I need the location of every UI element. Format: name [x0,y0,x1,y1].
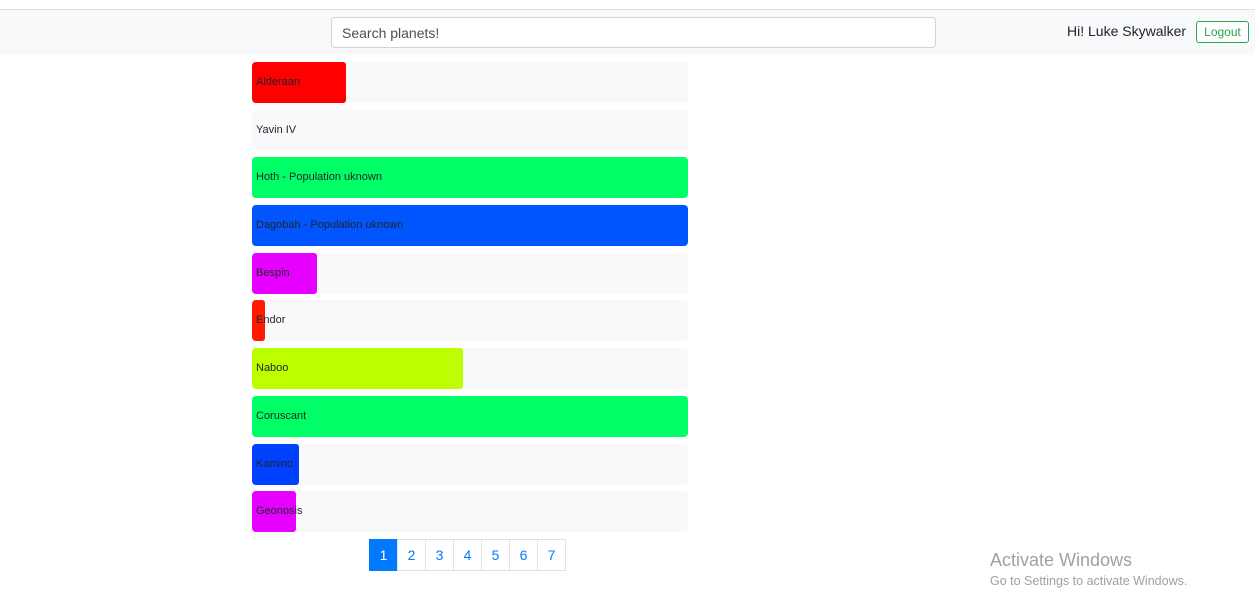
page-link-2[interactable]: 2 [397,539,426,571]
navbar: Hi! Luke Skywalker Logout [0,10,1255,55]
page-link-6[interactable]: 6 [509,539,538,571]
page-link-1[interactable]: 1 [369,539,398,571]
planet-label: Endor [256,314,286,327]
planet-row[interactable]: Yavin IV [252,109,688,151]
search-input[interactable] [331,17,936,48]
planet-list: Alderaan Yavin IV Hoth - Population uknown… [252,62,688,539]
planet-label: Yavin IV [256,123,297,136]
planet-row[interactable]: Endor [252,300,688,342]
page-link-7[interactable]: 7 [537,539,566,571]
planet-row[interactable]: Coruscant [252,395,688,437]
planet-row[interactable]: Hoth - Population uknown [252,157,688,199]
page-link-4[interactable]: 4 [453,539,482,571]
planet-row[interactable]: Alderaan [252,62,688,103]
planet-label: Coruscant [256,409,307,422]
planet-row[interactable]: Bespin [252,252,688,294]
planet-label: Alderaan [256,76,301,88]
planet-label: Geonosis [256,505,303,518]
page-link-3[interactable]: 3 [425,539,454,571]
planet-label: Kamino [256,457,294,470]
planet-row[interactable]: Kamino [252,443,688,485]
page-link-5[interactable]: 5 [481,539,510,571]
pagination: 1234567 [369,539,566,571]
windows-activation-watermark: Activate Windows Go to Settings to activ… [990,550,1187,588]
planet-label: Hoth - Population uknown [256,171,382,184]
planet-label: Bespin [256,266,290,279]
watermark-subtitle: Go to Settings to activate Windows. [990,574,1188,588]
logout-button[interactable]: Logout [1196,21,1249,43]
user-greeting: Hi! Luke Skywalker [1067,23,1187,39]
planet-label: Naboo [256,362,289,375]
planet-row[interactable]: Geonosis [252,491,688,533]
page: Hi! Luke Skywalker Logout Alderaan Yavin … [0,0,1255,615]
planet-label: Dagobah - Population uknown [256,219,404,232]
watermark-title: Activate Windows [990,550,1133,570]
population-bar [252,395,688,437]
planet-row[interactable]: Naboo [252,348,688,390]
planet-row[interactable]: Dagobah - Population uknown [252,205,688,247]
